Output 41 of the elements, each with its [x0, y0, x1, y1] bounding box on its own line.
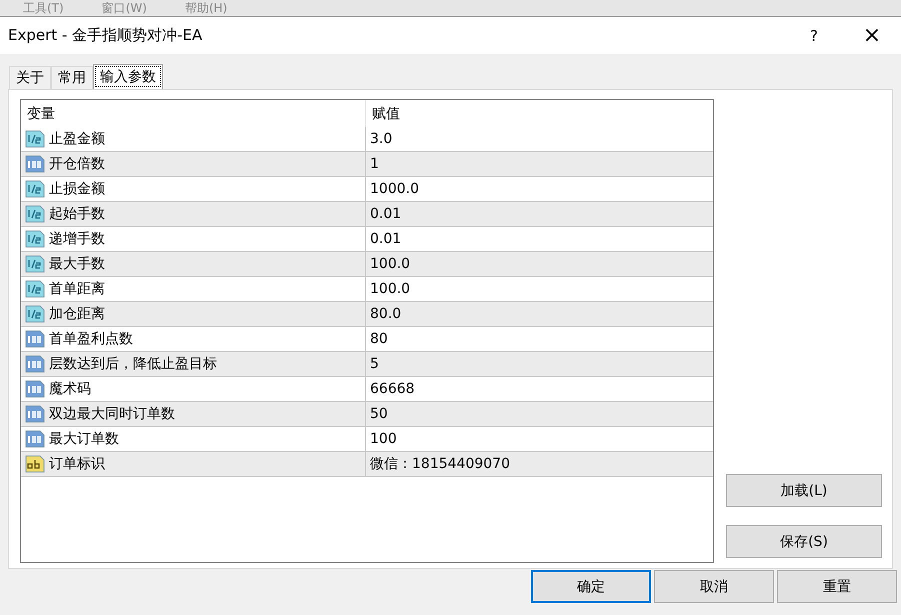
help-button[interactable]: ?	[785, 16, 843, 54]
parameter-name: 首单盈利点数	[49, 330, 133, 348]
parameter-name: 首单距离	[49, 280, 105, 298]
parameter-name: 止损金额	[49, 180, 105, 198]
parameter-value: 0.01	[370, 231, 402, 247]
parameter-name: 最大订单数	[49, 430, 119, 448]
tab[interactable]: 输入参数	[93, 64, 163, 89]
close-button[interactable]: ×	[843, 16, 901, 54]
tab[interactable]: 关于	[9, 66, 51, 89]
parameter-name: 层数达到后，降低止盈目标	[49, 355, 217, 373]
parameter-value: 66668	[370, 381, 415, 397]
parameter-name: 递增手数	[49, 230, 105, 248]
parameter-value: 100.0	[370, 256, 410, 272]
dialog-button[interactable]: 取消	[654, 570, 774, 603]
column-header: 赋值	[371, 104, 401, 124]
parameter-name: 止盈金额	[49, 130, 105, 148]
column-header: 变量	[21, 100, 366, 127]
parameter-value: 5	[370, 356, 379, 372]
parameter-name: 订单标识	[49, 455, 105, 473]
parameter-value: 100.0	[370, 281, 410, 297]
parameter-value: 微信：18154409070	[370, 455, 510, 473]
window-title: Expert - 金手指顺势对冲-EA	[7, 26, 204, 45]
parameter-name: 加仓距离	[49, 305, 105, 323]
parameter-name: 最大手数	[49, 255, 105, 273]
parameter-value: 3.0	[370, 131, 392, 147]
parameter-name: 双边最大同时订单数	[49, 405, 175, 423]
parameter-name: 魔术码	[49, 380, 91, 398]
parameter-value: 50	[370, 406, 388, 422]
parameter-value: 0.01	[370, 206, 402, 222]
dialog-button[interactable]: 确定	[531, 570, 651, 603]
parameter-name: 开仓倍数	[49, 155, 105, 173]
dialog-button[interactable]: 重置	[777, 570, 897, 603]
side-button[interactable]: 保存(S)	[726, 525, 882, 558]
side-button[interactable]: 加载(L)	[726, 474, 882, 507]
tab[interactable]: 常用	[51, 66, 93, 89]
parameter-value: 80	[370, 331, 388, 347]
parameter-value: 1000.0	[370, 181, 419, 197]
parameter-value: 1	[370, 156, 379, 172]
parameter-value: 100	[370, 431, 397, 447]
parameter-name: 起始手数	[49, 205, 105, 223]
parameter-value: 80.0	[370, 306, 402, 322]
